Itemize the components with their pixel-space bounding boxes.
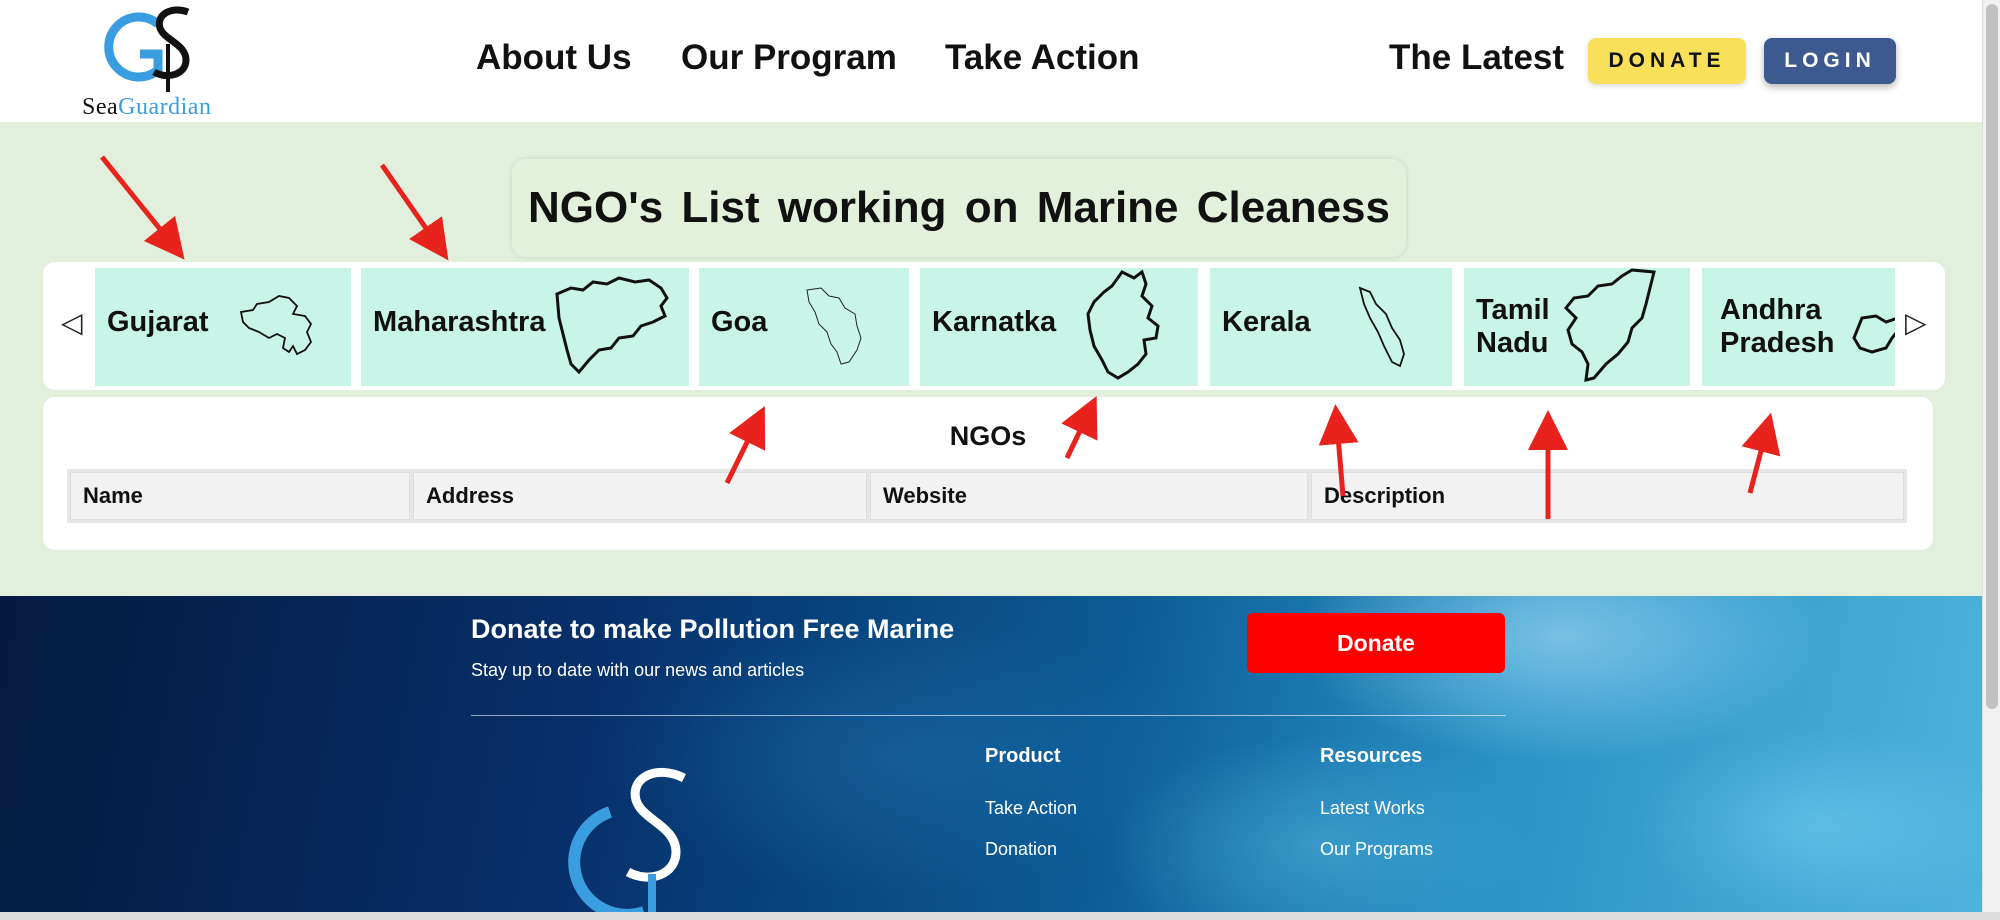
footer-resources-title: Resources	[1320, 745, 1423, 767]
goa-map-icon	[806, 287, 862, 365]
footer-link-donation[interactable]: Donation	[985, 839, 1057, 860]
state-card-karnatka[interactable]: Karnatka	[920, 268, 1198, 386]
column-header-name: Name	[70, 472, 410, 520]
footer-link-our-programs[interactable]: Our Programs	[1320, 839, 1433, 860]
state-carousel: ◁ Gujarat Maharashtra Goa Karnatka Keral…	[43, 262, 1945, 390]
nav-our-program[interactable]: Our Program	[681, 38, 897, 78]
ngo-table-title: NGOs	[949, 421, 1027, 451]
carousel-viewport: Gujarat Maharashtra Goa Karnatka Kerala …	[95, 268, 1895, 386]
kerala-map-icon	[1358, 286, 1405, 368]
state-card-gujarat[interactable]: Gujarat	[95, 268, 351, 386]
header-login-button[interactable]: LOGIN	[1764, 38, 1896, 84]
carousel-next-icon[interactable]: ▷	[1905, 306, 1927, 339]
column-header-description: Description	[1311, 472, 1904, 520]
state-label: Gujarat	[107, 306, 209, 338]
footer-link-latest-works[interactable]: Latest Works	[1320, 798, 1425, 819]
site-footer: Donate to make Pollution Free Marine Sta…	[0, 596, 1982, 912]
footer-product-title: Product	[985, 745, 1061, 767]
carousel-prev-icon[interactable]: ◁	[61, 306, 83, 339]
state-label: Tamil Nadu	[1476, 294, 1550, 359]
state-card-maharashtra[interactable]: Maharashtra	[361, 268, 689, 386]
footer-donate-button[interactable]: Donate	[1247, 613, 1505, 673]
header-donate-button[interactable]: DONATE	[1588, 38, 1746, 84]
column-header-address: Address	[413, 472, 867, 520]
logo-wordmark: SeaGuardian	[82, 94, 211, 121]
nav-about-us[interactable]: About Us	[476, 38, 632, 78]
site-header: SeaGuardian About Us Our Program Take Ac…	[0, 0, 1982, 122]
gujarat-map-icon	[239, 295, 313, 356]
page-title: NGO's List working on Marine Cleaness	[512, 159, 1406, 257]
logo-mark-icon	[104, 6, 190, 92]
state-label: Goa	[711, 306, 768, 338]
state-card-andhra-pradesh[interactable]: Andhra Pradesh	[1702, 268, 1895, 386]
footer-logo-icon	[568, 767, 687, 912]
page-scrollbar[interactable]	[1982, 0, 2000, 912]
maharashtra-map-icon	[555, 276, 669, 375]
column-header-website: Website	[870, 472, 1308, 520]
footer-divider	[471, 715, 1506, 716]
state-card-tamil-nadu[interactable]: Tamil Nadu	[1464, 268, 1690, 386]
state-card-goa[interactable]: Goa	[699, 268, 909, 386]
footer-link-take-action[interactable]: Take Action	[985, 798, 1077, 819]
ngo-section: NGO's List working on Marine Cleaness ◁ …	[0, 122, 1982, 596]
state-label: Maharashtra	[373, 306, 546, 338]
nav-the-latest[interactable]: The Latest	[1389, 38, 1564, 78]
ngo-table: Name Address Website Description	[67, 469, 1907, 523]
tamil-nadu-map-icon	[1563, 268, 1656, 382]
bottom-edge-bar	[0, 912, 2000, 920]
state-label: Kerala	[1222, 306, 1311, 338]
nav-take-action[interactable]: Take Action	[945, 38, 1139, 78]
footer-subtext: Stay up to date with our news and articl…	[471, 660, 805, 680]
footer-heading: Donate to make Pollution Free Marine	[471, 614, 955, 644]
state-label: Andhra Pradesh	[1720, 294, 1835, 359]
table-header-row: Name Address Website Description	[70, 472, 1904, 520]
ngo-panel: NGOs Name Address Website Description	[43, 397, 1933, 550]
andhra-pradesh-map-icon	[1852, 314, 1895, 354]
state-label: Karnatka	[932, 306, 1057, 338]
scrollbar-thumb[interactable]	[1986, 4, 1998, 709]
state-card-kerala[interactable]: Kerala	[1210, 268, 1452, 386]
seaguardian-logo[interactable]: SeaGuardian	[80, 4, 260, 120]
logo-word-sea: Sea	[82, 94, 119, 120]
logo-word-guardian: Guardian	[118, 94, 212, 120]
karnatka-map-icon	[1086, 269, 1160, 380]
